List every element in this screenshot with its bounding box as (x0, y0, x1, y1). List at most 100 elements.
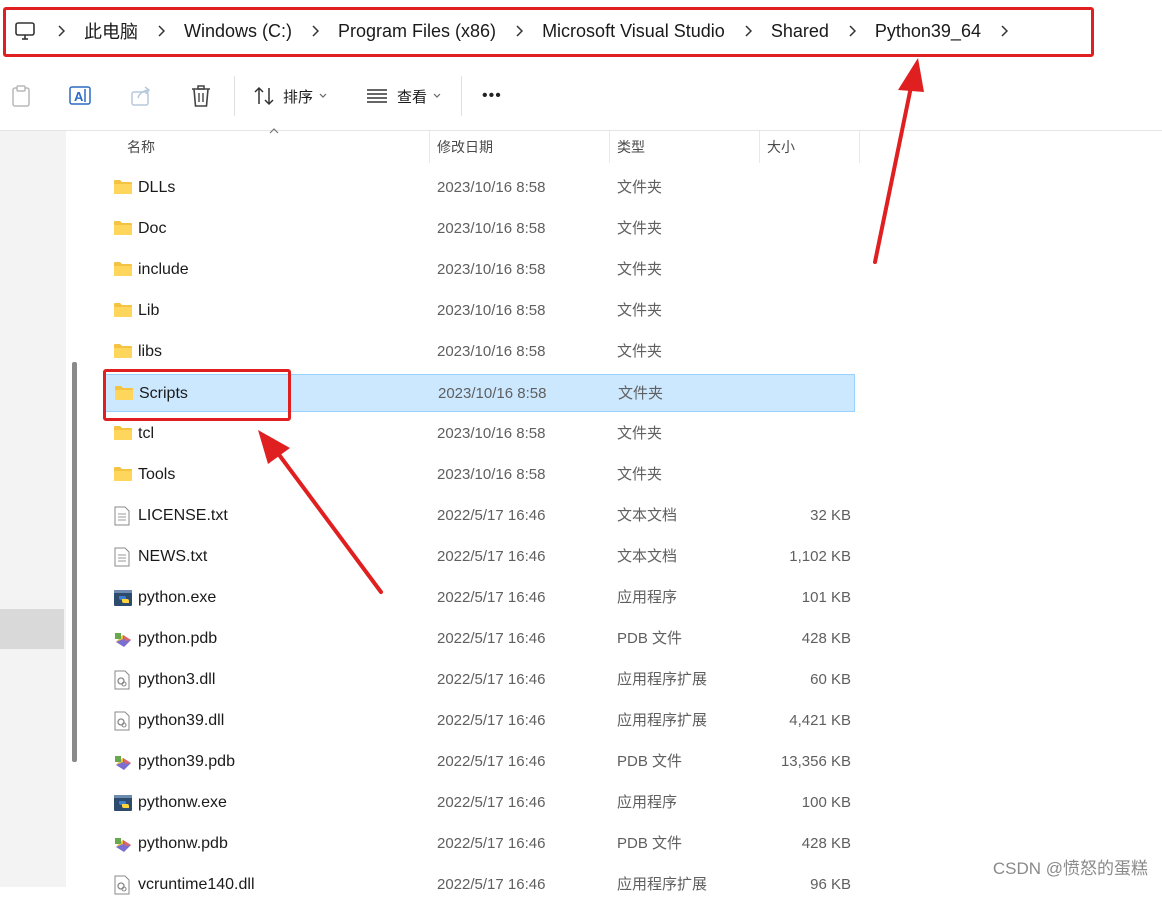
file-date-modified: 2022/5/17 16:46 (437, 671, 546, 688)
column-divider[interactable] (609, 131, 610, 163)
column-header-name[interactable]: 名称 (127, 131, 155, 163)
file-type: PDB 文件 (617, 835, 683, 852)
chevron-right-icon[interactable] (741, 25, 755, 37)
file-date-modified: 2022/5/17 16:46 (437, 835, 546, 852)
more-options-button[interactable]: ••• (482, 62, 502, 130)
file-row[interactable]: LICENSE.txt 2022/5/17 16:46 文本文档 32 KB (103, 497, 855, 535)
file-name: tcl (138, 425, 154, 442)
file-type: 应用程序扩展 (617, 712, 708, 729)
file-type: PDB 文件 (617, 630, 683, 647)
file-date-modified: 2022/5/17 16:46 (437, 794, 546, 811)
file-date-modified: 2022/5/17 16:46 (437, 753, 546, 770)
breadcrumb-item-drive-c[interactable]: Windows (C:) (184, 21, 292, 42)
computer-icon[interactable] (12, 18, 38, 44)
file-row[interactable]: pythonw.exe 2022/5/17 16:46 应用程序 100 KB (103, 784, 855, 822)
file-name: NEWS.txt (138, 548, 208, 565)
column-header-type[interactable]: 类型 (617, 131, 645, 163)
text-file-icon (113, 506, 133, 526)
file-row[interactable]: include 2023/10/16 8:58 文件夹 (103, 251, 855, 289)
column-divider[interactable] (429, 131, 430, 163)
file-date-modified: 2022/5/17 16:46 (437, 876, 546, 893)
rename-button[interactable]: A (69, 62, 93, 130)
toolbar-divider (234, 76, 235, 116)
folder-icon (113, 342, 133, 362)
dll-file-icon (113, 875, 133, 895)
breadcrumb-item-visual-studio[interactable]: Microsoft Visual Studio (542, 21, 725, 42)
dll-file-icon (113, 670, 133, 690)
chevron-right-icon[interactable] (54, 25, 68, 37)
chevron-right-icon[interactable] (308, 25, 322, 37)
file-row[interactable]: vcruntime140.dll 2022/5/17 16:46 应用程序扩展 96 … (103, 866, 855, 904)
view-label: 查看 (397, 88, 428, 106)
file-date-modified: 2023/10/16 8:58 (437, 425, 546, 442)
file-name: Doc (138, 220, 167, 237)
delete-button[interactable] (190, 62, 212, 130)
column-header-size[interactable]: 大小 (767, 131, 795, 163)
address-bar[interactable]: 此电脑 Windows (C:) Program Files (x86) Mic… (0, 0, 1162, 63)
file-row[interactable]: Doc 2023/10/16 8:58 文件夹 (103, 210, 855, 248)
folder-icon (113, 424, 133, 444)
file-date-modified: 2022/5/17 16:46 (437, 630, 546, 647)
toolbar-divider (461, 76, 462, 116)
watermark: CSDN @愤怒的蛋糕 (992, 859, 1148, 878)
file-row[interactable]: python39.pdb 2022/5/17 16:46 PDB 文件 13,356 … (103, 743, 855, 781)
python-exe-icon (113, 793, 133, 813)
file-date-modified: 2023/10/16 8:58 (437, 261, 546, 278)
file-size: 96 KB (810, 876, 851, 893)
file-name: include (138, 261, 189, 278)
file-size: 428 KB (801, 835, 851, 852)
file-name: pythonw.exe (138, 794, 227, 811)
file-name: vcruntime140.dll (138, 876, 255, 893)
column-divider[interactable] (759, 131, 760, 163)
file-name: Tools (138, 466, 176, 483)
file-date-modified: 2023/10/16 8:58 (437, 179, 546, 196)
chevron-right-icon[interactable] (512, 25, 526, 37)
file-type: 应用程序扩展 (617, 671, 708, 688)
file-row[interactable]: python.pdb 2022/5/17 16:46 PDB 文件 428 KB (103, 620, 855, 658)
file-size: 13,356 KB (780, 753, 851, 770)
command-bar: A 排序 查看 ••• (0, 62, 1162, 131)
file-row[interactable]: NEWS.txt 2022/5/17 16:46 文本文档 1,102 KB (103, 538, 855, 576)
paste-button[interactable] (10, 62, 32, 130)
file-date-modified: 2023/10/16 8:58 (437, 466, 546, 483)
column-header-row: 名称 修改日期 类型 大小 (86, 128, 1162, 163)
file-row[interactable]: python.exe 2022/5/17 16:46 应用程序 101 KB (103, 579, 855, 617)
breadcrumb-item-python39-64[interactable]: Python39_64 (875, 21, 981, 42)
clipboard-icon (12, 85, 30, 107)
folder-icon (113, 260, 133, 280)
view-button[interactable]: 查看 (366, 62, 441, 130)
breadcrumb-item-program-files[interactable]: Program Files (x86) (338, 21, 496, 42)
file-name: python.pdb (138, 630, 218, 647)
file-row[interactable]: python39.dll 2022/5/17 16:46 应用程序扩展 4,421 K… (103, 702, 855, 740)
text-file-icon (113, 547, 133, 567)
file-date-modified: 2023/10/16 8:58 (437, 302, 546, 319)
chevron-right-icon[interactable] (997, 25, 1011, 37)
file-row[interactable]: python3.dll 2022/5/17 16:46 应用程序扩展 60 KB (103, 661, 855, 699)
chevron-right-icon[interactable] (154, 25, 168, 37)
breadcrumb-item-shared[interactable]: Shared (771, 21, 829, 42)
file-row[interactable]: Lib 2023/10/16 8:58 文件夹 (103, 292, 855, 330)
folder-icon (113, 301, 133, 321)
file-name: python.exe (138, 589, 217, 606)
chevron-right-icon[interactable] (845, 25, 859, 37)
column-header-date[interactable]: 修改日期 (437, 131, 493, 163)
file-date-modified: 2023/10/16 8:58 (438, 385, 547, 402)
file-row[interactable]: DLLs 2023/10/16 8:58 文件夹 (103, 169, 855, 207)
file-row[interactable]: Scripts 2023/10/16 8:58 文件夹 (103, 374, 855, 412)
file-row[interactable]: pythonw.pdb 2022/5/17 16:46 PDB 文件 428 KB (103, 825, 855, 863)
folder-icon (114, 384, 134, 404)
navigation-selected-item[interactable] (0, 609, 64, 649)
breadcrumb-item-this-pc[interactable]: 此电脑 (84, 18, 138, 44)
file-row[interactable]: Tools 2023/10/16 8:58 文件夹 (103, 456, 855, 494)
column-divider[interactable] (859, 131, 860, 163)
file-type: PDB 文件 (617, 753, 683, 770)
file-date-modified: 2023/10/16 8:58 (437, 343, 546, 360)
navigation-scrollbar[interactable] (72, 362, 77, 762)
file-name: DLLs (138, 179, 176, 196)
file-row[interactable]: libs 2023/10/16 8:58 文件夹 (103, 333, 855, 371)
file-row[interactable]: tcl 2023/10/16 8:58 文件夹 (103, 415, 855, 453)
folder-icon (113, 465, 133, 485)
share-button[interactable] (130, 62, 154, 130)
file-name: python39.pdb (138, 753, 235, 770)
sort-button[interactable]: 排序 (253, 62, 327, 130)
